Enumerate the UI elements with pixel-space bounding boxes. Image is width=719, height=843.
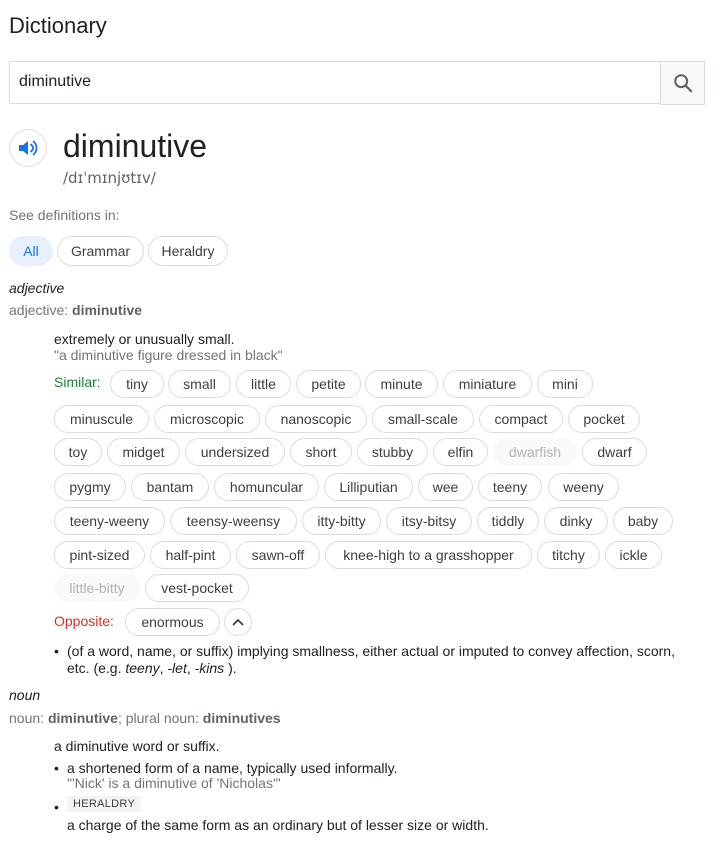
collapse-button[interactable] — [224, 608, 252, 636]
pos-line-adjective: adjective: diminutive — [9, 302, 143, 318]
chip-grammar[interactable]: Grammar — [57, 236, 144, 266]
speaker-icon — [19, 140, 38, 156]
adjective-subsense-line2: etc. (e.g. teeny, -let, -kins ). — [67, 660, 237, 676]
synonym-chip[interactable]: dwarf — [582, 438, 647, 466]
noun-sense-1-example: "'Nick' is a diminutive of 'Nicholas'" — [67, 775, 281, 791]
synonym-chip[interactable]: weeny — [548, 473, 619, 501]
synonym-chip[interactable]: undersized — [185, 438, 285, 466]
synonym-chip[interactable]: titchy — [537, 541, 600, 569]
headword: diminutive — [63, 128, 208, 164]
synonym-chip[interactable]: wee — [418, 473, 473, 501]
adjective-subsense-line1: (of a word, name, or suffix) implying sm… — [67, 643, 675, 659]
pos-adjective: adjective — [9, 280, 65, 296]
synonym-chip[interactable]: vest-pocket — [145, 574, 249, 602]
synonym-chip[interactable]: miniature — [443, 370, 532, 398]
synonym-chip[interactable]: baby — [613, 507, 673, 535]
search-box[interactable] — [9, 61, 660, 104]
synonym-chip[interactable]: Lilliputian — [324, 473, 413, 501]
synonym-chip[interactable]: minute — [365, 370, 438, 398]
noun-sense-1: a shortened form of a name, typically us… — [67, 760, 398, 776]
bullet-dot: • — [54, 799, 59, 815]
synonym-chip[interactable]: homuncular — [214, 473, 319, 501]
bullet-dot: • — [54, 760, 59, 776]
pos-line-noun: noun: diminutive; plural noun: diminutiv… — [9, 710, 281, 726]
synonym-chip[interactable]: small-scale — [372, 405, 474, 433]
synonym-chip[interactable]: toy — [54, 438, 102, 466]
synonym-chip[interactable]: tiny — [110, 370, 164, 398]
app-title: Dictionary — [9, 13, 107, 38]
synonym-chip[interactable]: itty-bitty — [302, 507, 381, 535]
domain-tag-heraldry: HERALDRY — [67, 796, 142, 812]
chevron-up-icon — [232, 619, 244, 626]
synonym-chip[interactable]: dwarfish — [493, 438, 577, 466]
synonym-chip[interactable]: teensy-weensy — [170, 507, 297, 535]
noun-definition: a diminutive word or suffix. — [54, 738, 220, 754]
see-definitions-label: See definitions in: — [9, 207, 120, 223]
synonym-chip[interactable]: ickle — [605, 541, 662, 569]
synonym-chip[interactable]: mini — [537, 370, 593, 398]
chip-all[interactable]: All — [9, 236, 53, 266]
synonym-chip[interactable]: pocket — [568, 405, 640, 433]
synonym-chip[interactable]: itsy-bitsy — [386, 507, 472, 535]
synonym-chip[interactable]: tiddly — [477, 507, 539, 535]
synonym-chip[interactable]: half-pint — [150, 541, 231, 569]
phonetic: /dɪˈmɪnjʊtɪv/ — [63, 169, 156, 187]
synonym-chip[interactable]: bantam — [131, 473, 209, 501]
search-input[interactable] — [19, 73, 639, 91]
search-button[interactable] — [660, 61, 705, 105]
synonym-chip[interactable]: midget — [107, 438, 180, 466]
synonym-chip[interactable]: minuscule — [54, 405, 149, 433]
adjective-example: "a diminutive figure dressed in black" — [54, 347, 283, 363]
search-icon — [673, 74, 692, 93]
synonym-chip[interactable]: microscopic — [154, 405, 260, 433]
synonym-chip[interactable]: teeny-weeny — [54, 507, 165, 535]
similar-label: Similar: — [54, 374, 101, 390]
synonym-chip[interactable]: pygmy — [54, 473, 126, 501]
synonym-chip[interactable]: elfin — [433, 438, 488, 466]
bullet-dot: • — [54, 643, 59, 659]
synonym-chip[interactable]: nanoscopic — [265, 405, 367, 433]
opposite-label: Opposite: — [54, 613, 114, 629]
chip-heraldry[interactable]: Heraldry — [148, 236, 228, 266]
adjective-definition: extremely or unusually small. — [54, 331, 235, 347]
synonym-chip[interactable]: pint-sized — [54, 541, 145, 569]
antonym-chip[interactable]: enormous — [125, 608, 220, 636]
synonym-chip[interactable]: short — [290, 438, 352, 466]
pos-noun: noun — [9, 687, 41, 703]
synonym-chip[interactable]: sawn-off — [236, 541, 320, 569]
synonym-chip[interactable]: dinky — [544, 507, 608, 535]
synonym-chip[interactable]: knee-high to a grasshopper — [325, 541, 532, 569]
noun-sense-2: a charge of the same form as an ordinary… — [67, 817, 489, 833]
synonym-chip[interactable]: petite — [296, 370, 361, 398]
synonym-chip[interactable]: stubby — [357, 438, 428, 466]
pronounce-button[interactable] — [9, 129, 47, 167]
synonym-chip[interactable]: compact — [479, 405, 563, 433]
synonym-chip[interactable]: small — [168, 370, 231, 398]
synonym-chip[interactable]: little — [236, 370, 291, 398]
synonym-chip[interactable]: teeny — [478, 473, 542, 501]
synonym-chip[interactable]: little-bitty — [54, 574, 140, 602]
